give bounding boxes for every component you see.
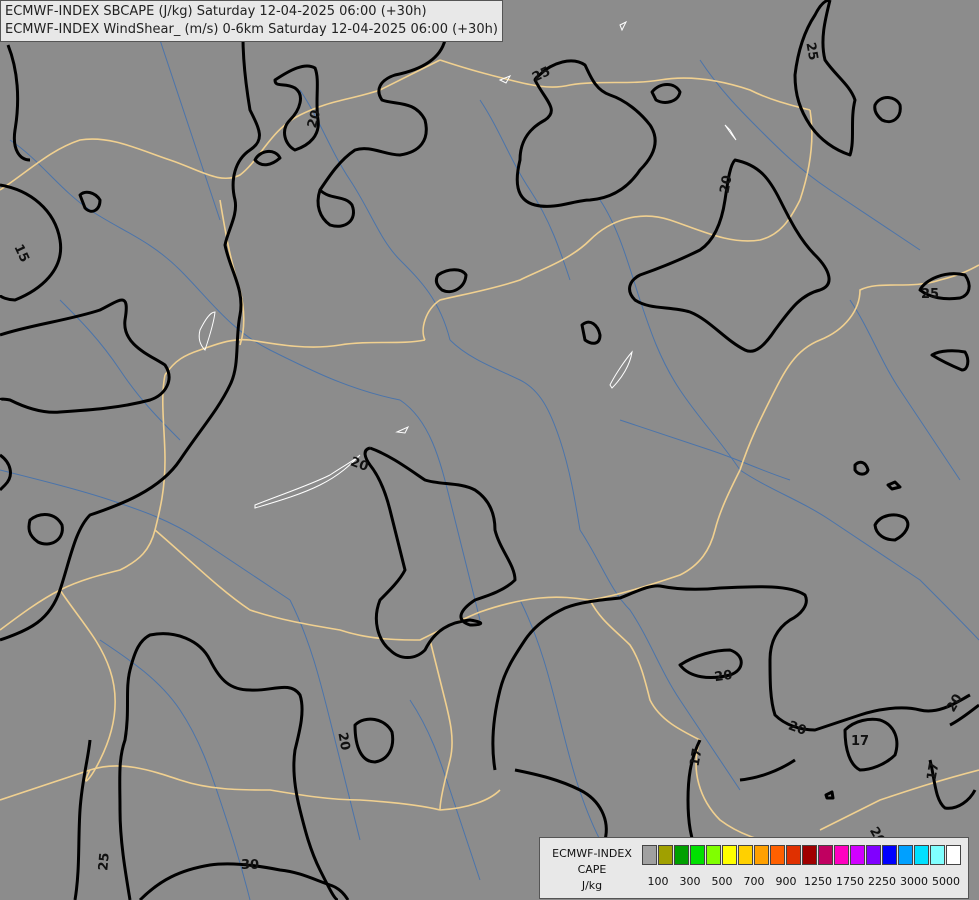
contour-label: 17 [851,734,869,749]
legend-swatch [738,845,753,865]
legend-tick-label: 100 [647,875,669,888]
legend-swatch [770,845,785,865]
legend-tick-label: 2250 [868,875,896,888]
legend-swatch [818,845,833,865]
title-line-windshear: ECMWF-INDEX WindShear_ (m/s) 0-6km Satur… [5,22,498,37]
legend-swatch [946,845,961,865]
contour-label: 20 [334,731,352,751]
legend-swatch [642,845,657,865]
legend-variable: CAPE [577,863,607,876]
legend-swatch [834,845,849,865]
legend-swatch [850,845,865,865]
legend-tick-label: 5000 [932,875,960,888]
legend-swatch [690,845,705,865]
legend-source: ECMWF-INDEX [552,847,632,860]
contour-label: 25 [921,287,939,302]
legend-swatch [866,845,881,865]
legend-tick-label: 900 [775,875,797,888]
contour-label: 17 [688,747,706,767]
legend-tick-label: 300 [679,875,701,888]
legend-swatch [674,845,689,865]
legend-tick-label: 3000 [900,875,928,888]
weather-map: 20 25 20 25 20 15 20 25 20 20 17 20 17 1… [0,0,979,900]
contour-label: 25 [96,852,113,871]
legend-swatch [802,845,817,865]
legend-swatch [898,845,913,865]
contour-label: 20 [718,174,736,194]
legend-swatch [658,845,673,865]
legend-unit: J/kg [581,879,603,892]
map-title-box: ECMWF-INDEX SBCAPE (J/kg) Saturday 12-04… [0,0,503,42]
legend-swatch [722,845,737,865]
legend-swatch [706,845,721,865]
legend-swatch [914,845,929,865]
title-line-cape: ECMWF-INDEX SBCAPE (J/kg) Saturday 12-04… [5,4,427,19]
contour-label: 25 [802,41,820,61]
legend-ticks: 100 300 500 700 900 1250 1750 2250 3000 5000 [642,875,964,889]
legend-tick-label: 1750 [836,875,864,888]
legend-swatches [642,845,962,865]
legend-title: ECMWF-INDEX CAPE J/kg [544,846,640,894]
contour-label: 17 [925,761,943,781]
contour-label: 20 [714,668,734,685]
legend-tick-label: 500 [711,875,733,888]
cape-legend: ECMWF-INDEX CAPE J/kg 100 300 500 700 900 125… [539,837,969,899]
legend-swatch [930,845,945,865]
legend-swatch [882,845,897,865]
map-background [0,0,979,900]
contour-label: 30 [241,858,259,873]
legend-swatch [754,845,769,865]
legend-tick-label: 1250 [804,875,832,888]
legend-swatch [786,845,801,865]
legend-tick-label: 700 [743,875,765,888]
